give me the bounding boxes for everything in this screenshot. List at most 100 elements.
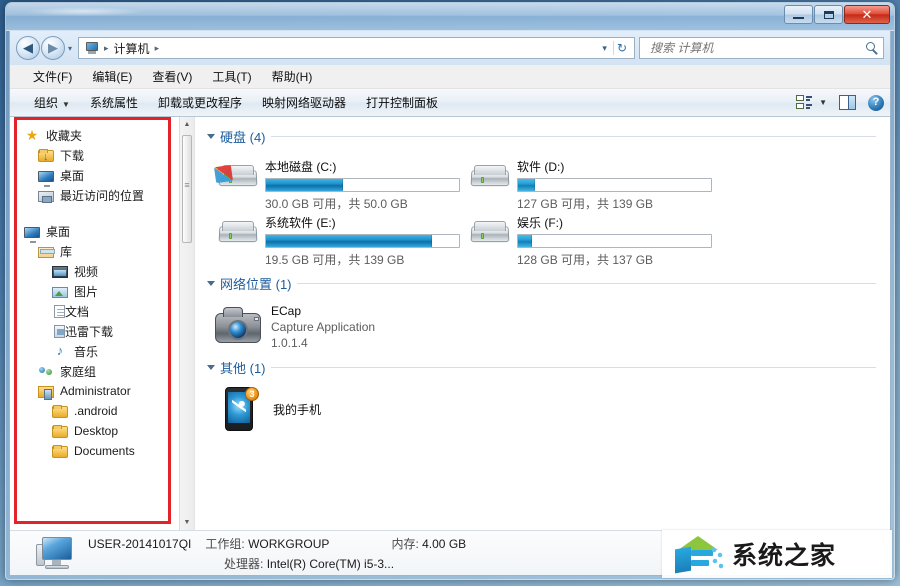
sidebar-item-favorites[interactable]: ★ 收藏夹 — [10, 125, 194, 145]
document-icon — [54, 305, 65, 318]
workgroup-value: WORKGROUP — [248, 536, 330, 551]
chevron-down-icon: ▼ — [62, 100, 70, 109]
sidebar-item-documents-folder[interactable]: Documents — [10, 441, 194, 461]
capacity-bar — [265, 178, 460, 192]
processor-field: 处理器: Intel(R) Core(TM) i5-3... — [224, 555, 394, 572]
section-title: 其他 (1) — [220, 361, 266, 376]
uninstall-change-program-button[interactable]: 卸载或更改程序 — [148, 90, 252, 115]
sidebar-item-administrator[interactable]: Administrator — [10, 381, 194, 401]
address-bar-controls: ▾ ↻ — [598, 41, 632, 55]
capacity-bar-fill — [518, 235, 532, 247]
maximize-icon — [823, 10, 834, 19]
folder-icon — [52, 445, 68, 458]
menu-tools[interactable]: 工具(T) — [203, 65, 260, 88]
minimize-button[interactable] — [784, 5, 813, 24]
minimize-icon — [793, 17, 804, 19]
drive-info: 娱乐 (F:) 128 GB 可用，共 137 GB — [517, 212, 717, 268]
notification-badge: 3 — [245, 387, 259, 401]
desktop-background: ✕ ◀ ▶ ▾ ▸ 计算机 ▸ ▾ ↻ 搜索 计算机 文件(F) 编辑(E) 查… — [0, 0, 900, 586]
search-box[interactable] — [639, 37, 884, 59]
menu-view[interactable]: 查看(V) — [143, 65, 201, 88]
drive-tile-e[interactable]: 系统软件 (E:) 19.5 GB 可用，共 139 GB — [213, 208, 465, 267]
sidebar-item-desktop-folder[interactable]: Desktop — [10, 421, 194, 441]
sidebar-item-thunder-download[interactable]: 迅雷下载 — [10, 321, 194, 341]
history-dropdown-icon[interactable]: ▾ — [66, 44, 74, 53]
back-button[interactable]: ◀ — [16, 36, 40, 60]
system-properties-button[interactable]: 系统属性 — [80, 90, 148, 115]
sidebar-item-recent-places[interactable]: 最近访问的位置 — [10, 185, 194, 205]
scroll-up-arrow-icon[interactable]: ▲ — [180, 117, 194, 132]
glass-highlight — [24, 7, 144, 16]
video-icon — [52, 266, 68, 278]
homegroup-icon — [38, 363, 54, 379]
library-icon — [38, 247, 55, 258]
chevron-down-icon[interactable] — [207, 281, 215, 286]
menu-help[interactable]: 帮助(H) — [263, 65, 322, 88]
drive-tile-c[interactable]: 本地磁盘 (C:) 30.0 GB 可用，共 50.0 GB — [213, 152, 465, 211]
network-item-description: Capture Application — [271, 320, 376, 334]
network-item-ecap[interactable]: ECap Capture Application 1.0.1.4 — [203, 297, 890, 358]
forward-button[interactable]: ▶ — [41, 36, 65, 60]
navigation-pane: ★ 收藏夹 下载 桌面 最近访问的位置 — [10, 117, 195, 530]
drive-name: 系统软件 (E:) — [265, 216, 336, 230]
command-bar: 组织 ▼ 系统属性 卸载或更改程序 映射网络驱动器 打开控制面板 ▼ ? — [10, 89, 890, 117]
map-network-drive-button[interactable]: 映射网络驱动器 — [252, 90, 356, 115]
sidebar-item-label: 收藏夹 — [46, 128, 83, 143]
section-header-other: 其他 (1) — [207, 358, 876, 377]
chevron-down-icon[interactable]: ▼ — [819, 98, 827, 107]
section-divider — [270, 136, 876, 137]
drive-info: 系统软件 (E:) 19.5 GB 可用，共 139 GB — [265, 212, 465, 268]
explorer-window: ✕ ◀ ▶ ▾ ▸ 计算机 ▸ ▾ ↻ 搜索 计算机 文件(F) 编辑(E) 查… — [5, 2, 895, 580]
chevron-down-icon[interactable] — [207, 134, 215, 139]
close-button[interactable]: ✕ — [844, 5, 890, 24]
thunder-download-icon — [54, 325, 65, 338]
breadcrumb-separator-1[interactable]: ▸ — [103, 43, 110, 54]
sidebar-item-pictures[interactable]: 图片 — [10, 281, 194, 301]
maximize-button[interactable] — [814, 5, 843, 24]
breadcrumb-separator-2[interactable]: ▸ — [154, 43, 161, 54]
change-view-icon[interactable] — [796, 95, 813, 110]
memory-field: 内存: 4.00 GB — [391, 535, 466, 552]
sidebar-item-homegroup[interactable]: 家庭组 — [10, 361, 194, 381]
sidebar-item-downloads[interactable]: 下载 — [10, 145, 194, 165]
sidebar-item-desktop[interactable]: 桌面 — [10, 221, 194, 243]
drive-name: 软件 (D:) — [517, 160, 565, 174]
address-bar[interactable]: ▸ 计算机 ▸ ▾ ↻ — [78, 37, 635, 59]
search-input[interactable] — [648, 40, 866, 56]
section-divider — [296, 283, 876, 284]
sidebar-item-android[interactable]: .android — [10, 401, 194, 421]
drive-tile-d[interactable]: 软件 (D:) 127 GB 可用，共 139 GB — [465, 152, 717, 211]
chevron-down-icon[interactable]: ▾ — [598, 43, 611, 54]
navigation-pane-scrollbar[interactable]: ▲ ▼ — [179, 117, 194, 530]
organize-button[interactable]: 组织 ▼ — [24, 90, 80, 115]
sidebar-item-label: Desktop — [74, 424, 119, 438]
drive-info: 软件 (D:) 127 GB 可用，共 139 GB — [517, 156, 717, 212]
scroll-down-arrow-icon[interactable]: ▼ — [180, 515, 194, 530]
scrollbar-thumb[interactable] — [182, 135, 192, 243]
capacity-bar-fill — [266, 179, 344, 191]
menu-file[interactable]: 文件(F) — [24, 65, 81, 88]
picture-icon — [52, 287, 68, 298]
help-icon[interactable]: ? — [868, 94, 884, 111]
drive-tile-f[interactable]: 娱乐 (F:) 128 GB 可用，共 137 GB — [465, 208, 717, 267]
menu-edit[interactable]: 编辑(E) — [83, 65, 141, 88]
chevron-down-icon[interactable] — [207, 365, 215, 370]
other-item-my-phone[interactable]: 3 我的手机 — [203, 381, 890, 441]
sidebar-item-desktop-fav[interactable]: 桌面 — [10, 165, 194, 187]
refresh-icon[interactable]: ↻ — [612, 41, 630, 55]
user-folder-icon — [38, 386, 54, 400]
sidebar-item-libraries[interactable]: 库 — [10, 241, 194, 261]
breadcrumb-computer[interactable]: 计算机 — [111, 39, 153, 58]
sidebar-item-label: 桌面 — [46, 224, 71, 239]
sidebar-item-music[interactable]: ♪ 音乐 — [10, 341, 194, 361]
sidebar-item-documents[interactable]: 文档 — [10, 301, 194, 321]
main-split: ★ 收藏夹 下载 桌面 最近访问的位置 — [10, 117, 890, 530]
menu-bar: 文件(F) 编辑(E) 查看(V) 工具(T) 帮助(H) — [10, 65, 890, 89]
details-row-1: USER-20141017QI 工作组: WORKGROUP 内存: 4.00 … — [88, 535, 466, 552]
sidebar-item-label: 迅雷下载 — [65, 324, 114, 339]
computer-icon — [84, 41, 100, 55]
drive-icon — [213, 212, 261, 254]
preview-pane-icon[interactable] — [839, 95, 856, 110]
open-control-panel-button[interactable]: 打开控制面板 — [356, 90, 448, 115]
sidebar-item-videos[interactable]: 视频 — [10, 261, 194, 281]
